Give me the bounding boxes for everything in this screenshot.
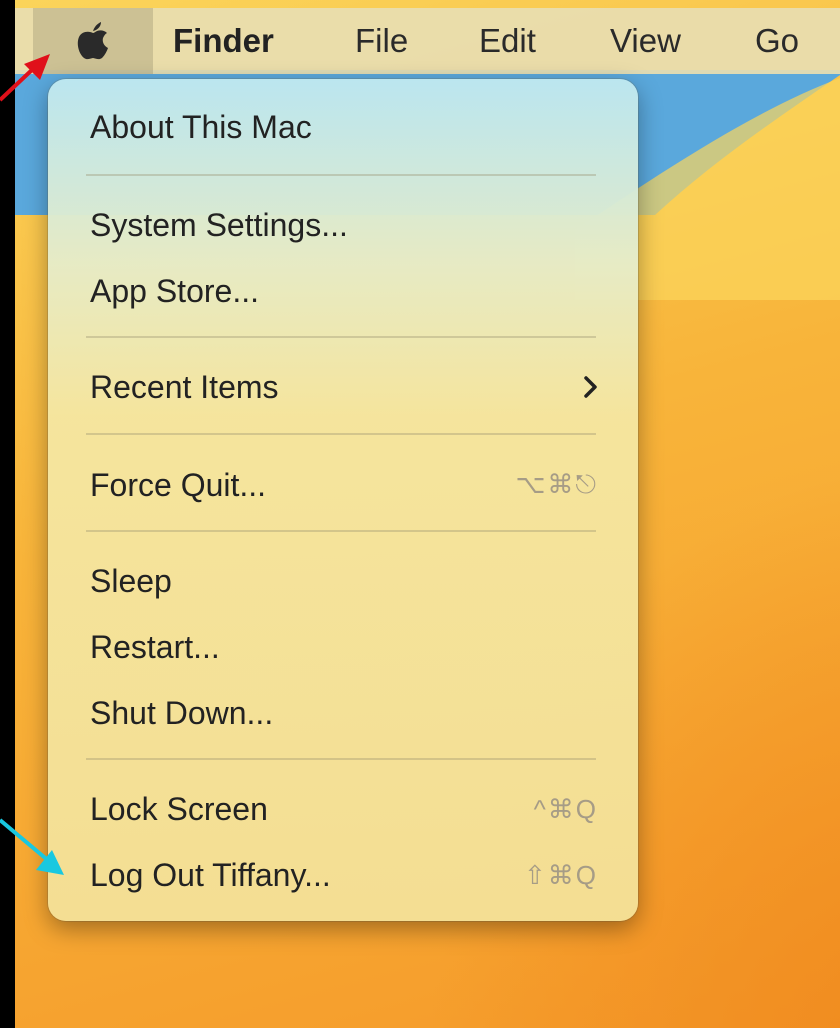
menu-item-label: Restart... <box>90 628 220 665</box>
menubar-item-edit[interactable]: Edit <box>479 8 536 74</box>
menu-item-restart[interactable]: Restart... <box>90 622 598 672</box>
menu-item-label: Recent Items <box>90 368 279 405</box>
desktop: Finder File Edit View Go About This Mac … <box>15 0 840 1028</box>
menu-item-label: Shut Down... <box>90 694 274 731</box>
menu-separator <box>86 530 596 532</box>
menu-item-system-settings[interactable]: System Settings... <box>90 200 598 250</box>
menu-item-label: Force Quit... <box>90 466 267 503</box>
menu-separator <box>86 336 596 338</box>
keyboard-shortcut: ⌥⌘⎋ <box>515 469 598 499</box>
apple-menu-button[interactable] <box>33 8 153 74</box>
menu-item-label: About This Mac <box>90 108 312 145</box>
menu-item-lock-screen[interactable]: Lock Screen ^⌘Q <box>90 784 598 834</box>
apple-menu-dropdown: About This Mac System Settings... App St… <box>48 79 638 921</box>
apple-logo-icon <box>77 22 108 60</box>
menu-item-label: System Settings... <box>90 206 348 243</box>
menu-item-label: App Store... <box>90 272 259 309</box>
menu-item-shut-down[interactable]: Shut Down... <box>90 688 598 738</box>
menu-item-app-store[interactable]: App Store... <box>90 266 598 316</box>
chevron-right-icon <box>584 376 597 398</box>
menu-item-force-quit[interactable]: Force Quit... ⌥⌘⎋ <box>90 460 598 510</box>
menu-bar: Finder File Edit View Go <box>15 8 840 74</box>
menu-item-label: Log Out Tiffany... <box>90 856 331 893</box>
keyboard-shortcut: ^⌘Q <box>533 793 598 824</box>
menubar-app-name[interactable]: Finder <box>173 8 274 74</box>
menu-item-label: Sleep <box>90 562 172 599</box>
menu-separator <box>86 758 596 760</box>
menu-item-recent-items[interactable]: Recent Items <box>90 362 598 412</box>
menu-separator <box>86 433 596 435</box>
menu-item-sleep[interactable]: Sleep <box>90 556 598 606</box>
keyboard-shortcut: ⇧⌘Q <box>523 859 598 890</box>
menu-separator <box>86 174 596 176</box>
menu-item-about[interactable]: About This Mac <box>90 102 598 152</box>
menubar-item-view[interactable]: View <box>610 8 681 74</box>
menubar-item-go[interactable]: Go <box>755 8 799 74</box>
menubar-item-file[interactable]: File <box>355 8 408 74</box>
menu-item-log-out[interactable]: Log Out Tiffany... ⇧⌘Q <box>90 850 598 900</box>
menu-item-label: Lock Screen <box>90 790 268 827</box>
